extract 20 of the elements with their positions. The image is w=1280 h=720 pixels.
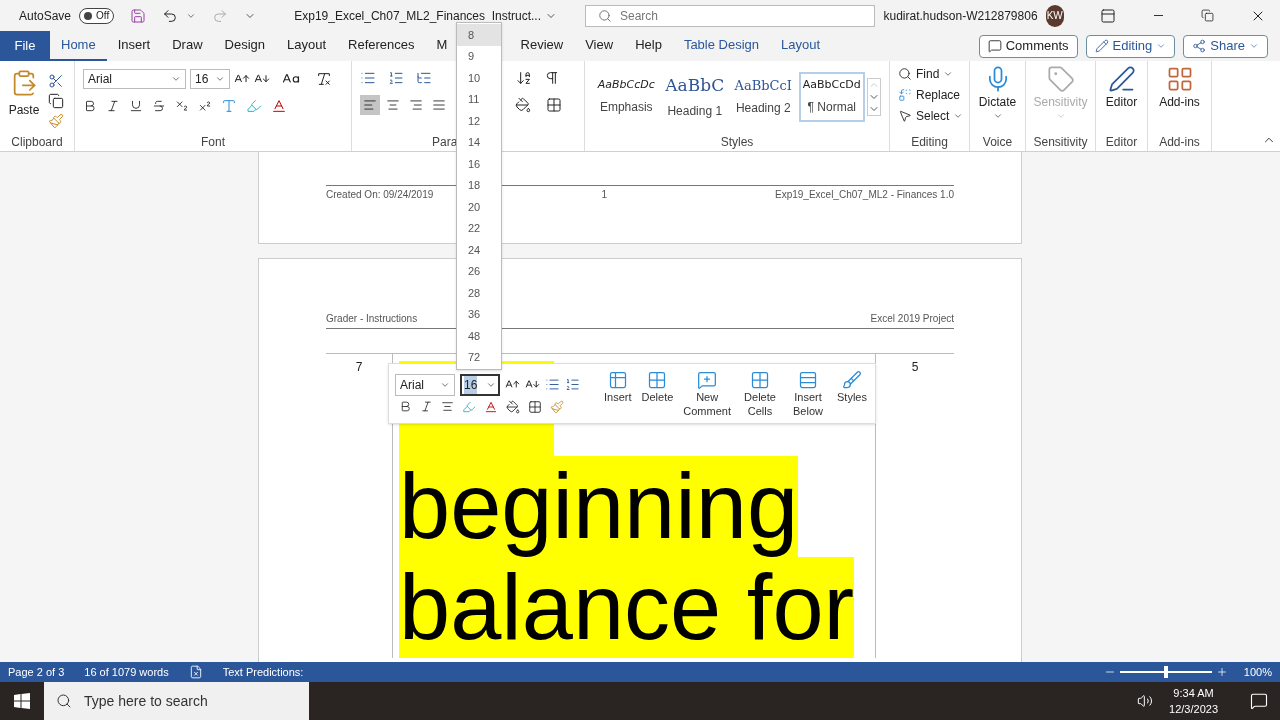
group-label: Sensitivity <box>1033 133 1088 151</box>
group-label: Font <box>201 133 225 151</box>
group-label: Voice <box>982 133 1013 151</box>
user-name: kudirat.hudson-W212879806 <box>883 7 1038 25</box>
group-label: Para <box>432 133 458 151</box>
group-label: Styles <box>720 133 754 151</box>
group-label: Editor <box>1105 133 1138 151</box>
footer-text: Created On: 09/24/2019 <box>326 188 434 202</box>
step-number: 7 <box>355 359 363 376</box>
page-number: 1 <box>601 188 607 202</box>
highlighted-text: beginning <box>399 456 799 557</box>
points-value: 5 <box>911 359 919 376</box>
group-label: Add-ins <box>1159 133 1200 151</box>
highlighted-text: balance for <box>399 557 855 658</box>
footer-text: Exp19_Excel_Ch07_ML2 - Finances 1.0 <box>775 188 954 202</box>
group-label: Editing <box>911 133 948 151</box>
group-label: Clipboard <box>11 133 63 151</box>
header-text: Excel 2019 Project <box>870 312 954 326</box>
autosave-label: AutoSave <box>19 7 72 25</box>
header-text: Grader - Instructions <box>326 312 418 326</box>
